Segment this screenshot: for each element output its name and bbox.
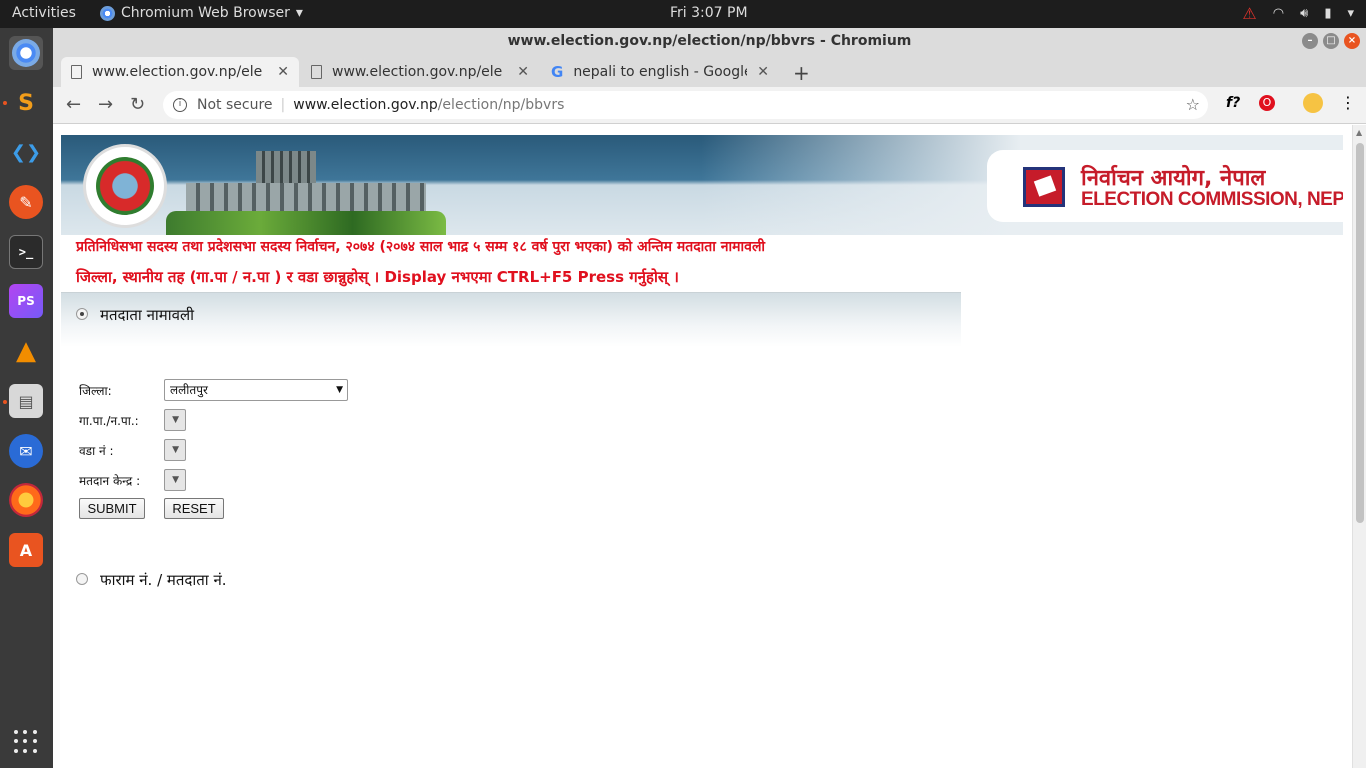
new-tab-button[interactable]: + (793, 61, 810, 85)
site-banner: निर्वाचन आयोग, नेपाल ELECTION COMMISSION… (61, 135, 1343, 235)
voter-list-radio-label[interactable]: मतदाता नामावली (100, 305, 194, 325)
browser-window: www.election.gov.np/election/np/bbvrs - … (53, 28, 1366, 768)
info-icon[interactable]: i (173, 98, 187, 112)
files-icon[interactable]: ▤ (9, 384, 43, 418)
google-icon: G (551, 63, 564, 81)
volume-icon[interactable]: 🔊︎ (1300, 6, 1308, 21)
tab-title: www.election.gov.np/ele (332, 64, 503, 80)
running-indicator (3, 400, 7, 404)
chevron-down-icon: ▾ (295, 5, 303, 21)
tab-title: www.election.gov.np/ele (92, 64, 263, 80)
terminal-icon[interactable]: >_ (9, 235, 43, 269)
forward-button[interactable]: → (98, 94, 113, 115)
security-status[interactable]: Not secure (197, 97, 273, 113)
building-image (166, 143, 446, 235)
tab-election-1[interactable]: www.election.gov.np/ele ✕ (61, 57, 299, 87)
polling-center-select[interactable]: ▼ (164, 469, 186, 491)
browser-toolbar: ← → ↻ i Not secure | www.election.gov.np… (53, 87, 1366, 124)
logo-text-nepali: निर्वाचन आयोग, नेपाल (1081, 166, 1266, 191)
ward-label: वडा नं : (79, 444, 114, 458)
ward-select[interactable]: ▼ (164, 439, 186, 461)
chromium-icon (100, 5, 115, 21)
show-applications-icon[interactable] (14, 730, 38, 754)
opera-extension-icon[interactable]: O (1259, 95, 1275, 111)
submit-button[interactable]: SUBMIT (79, 498, 145, 519)
dropdown-arrow-icon: ▼ (172, 445, 179, 455)
pen-app-icon[interactable]: ✎ (9, 185, 43, 219)
system-top-bar: Activities Chromium Web Browser ▾ Fri 3:… (0, 0, 1366, 28)
phpstorm-icon[interactable]: PS (9, 284, 43, 318)
form-number-radio[interactable] (76, 573, 88, 585)
notice-line-2: जिल्ला, स्थानीय तह (गा.पा / न.पा ) र वडा… (76, 268, 679, 286)
close-tab-icon[interactable]: ✕ (757, 64, 769, 80)
chromium-dock-icon[interactable] (9, 36, 43, 70)
url-host: www.election.gov.np (293, 97, 438, 113)
tab-google-translate[interactable]: G nepali to english - Google ✕ (541, 57, 779, 87)
vlc-icon[interactable]: ▲ (9, 334, 43, 368)
ubuntu-dock: S ❮❯ ✎ >_ PS ▲ ▤ ✉ A (0, 28, 53, 768)
menu-icon[interactable]: ⋮ (1340, 93, 1356, 112)
app-menu-label: Chromium Web Browser (121, 5, 290, 21)
tab-strip: www.election.gov.np/ele ✕ www.election.g… (53, 55, 1366, 87)
voter-list-section-header (61, 292, 961, 347)
district-select[interactable]: ललीतपुर ▼ (164, 379, 348, 401)
tab-election-2[interactable]: www.election.gov.np/ele ✕ (301, 57, 539, 87)
firefox-icon[interactable] (9, 483, 43, 517)
software-center-icon[interactable]: A (9, 533, 43, 567)
notice-line-1: प्रतिनिधिसभा सदस्य तथा प्रदेशसभा सदस्य न… (76, 239, 766, 255)
dropdown-arrow-icon: ▼ (336, 385, 343, 395)
scrollbar-thumb[interactable] (1356, 143, 1364, 523)
scroll-up-icon[interactable]: ▲ (1356, 128, 1362, 137)
polling-center-label: मतदान केन्द्र : (79, 474, 141, 488)
close-tab-icon[interactable]: ✕ (277, 64, 289, 80)
election-commission-logo[interactable]: निर्वाचन आयोग, नेपाल ELECTION COMMISSION… (987, 150, 1343, 222)
nepal-emblem-logo (83, 144, 167, 228)
battery-icon[interactable]: ▮ (1324, 6, 1331, 21)
web-page: निर्वाचन आयोग, नेपाल ELECTION COMMISSION… (53, 125, 1352, 768)
local-level-select[interactable]: ▼ (164, 409, 186, 431)
window-title: www.election.gov.np/election/np/bbvrs - … (507, 33, 912, 49)
tab-title: nepali to english - Google (573, 64, 748, 80)
url-path: /election/np/bbvrs (437, 97, 565, 113)
logo-text-english: ELECTION COMMISSION, NEPAL (1081, 189, 1343, 210)
maximize-button[interactable]: □ (1323, 33, 1339, 49)
page-icon (71, 65, 82, 79)
voter-list-radio[interactable] (76, 308, 88, 320)
font-finder-extension-icon[interactable]: f? (1226, 95, 1240, 111)
avatar[interactable] (1303, 93, 1323, 113)
sublime-text-icon[interactable]: S (9, 86, 43, 120)
vscode-icon[interactable]: ❮❯ (9, 135, 43, 169)
ballot-box-icon (1023, 167, 1065, 207)
minimize-button[interactable]: – (1302, 33, 1318, 49)
page-scrollbar[interactable]: ▲ (1352, 125, 1366, 768)
window-titlebar[interactable]: www.election.gov.np/election/np/bbvrs - … (53, 28, 1366, 55)
form-number-radio-label[interactable]: फाराम नं. / मतदाता नं. (100, 570, 227, 590)
divider: | (280, 97, 286, 113)
warning-icon[interactable]: ⚠ (1242, 4, 1256, 23)
district-selected-value: ललीतपुर (170, 383, 208, 397)
chevron-down-icon[interactable]: ▾ (1347, 6, 1354, 21)
app-menu[interactable]: Chromium Web Browser ▾ (100, 5, 303, 21)
reset-button[interactable]: RESET (164, 498, 224, 519)
close-window-button[interactable]: × (1344, 33, 1360, 49)
running-indicator (3, 101, 7, 105)
dropdown-arrow-icon: ▼ (172, 475, 179, 485)
dropdown-arrow-icon: ▼ (172, 415, 179, 425)
close-tab-icon[interactable]: ✕ (517, 64, 529, 80)
address-bar[interactable]: i Not secure | www.election.gov.np/elect… (163, 91, 1208, 119)
wifi-icon[interactable]: ◠ (1273, 6, 1284, 21)
bookmark-star-icon[interactable]: ☆ (1186, 95, 1200, 114)
district-label: जिल्ला: (79, 384, 112, 398)
local-level-label: गा.पा./न.पा.: (79, 414, 139, 428)
thunderbird-icon[interactable]: ✉ (9, 434, 43, 468)
reload-button[interactable]: ↻ (130, 94, 145, 115)
activities-button[interactable]: Activities (12, 5, 76, 21)
page-icon (311, 65, 322, 79)
system-tray[interactable]: ⚠ ◠ 🔊︎ ▮ ▾ (1242, 4, 1354, 23)
back-button[interactable]: ← (66, 94, 81, 115)
clock[interactable]: Fri 3:07 PM (670, 5, 748, 21)
